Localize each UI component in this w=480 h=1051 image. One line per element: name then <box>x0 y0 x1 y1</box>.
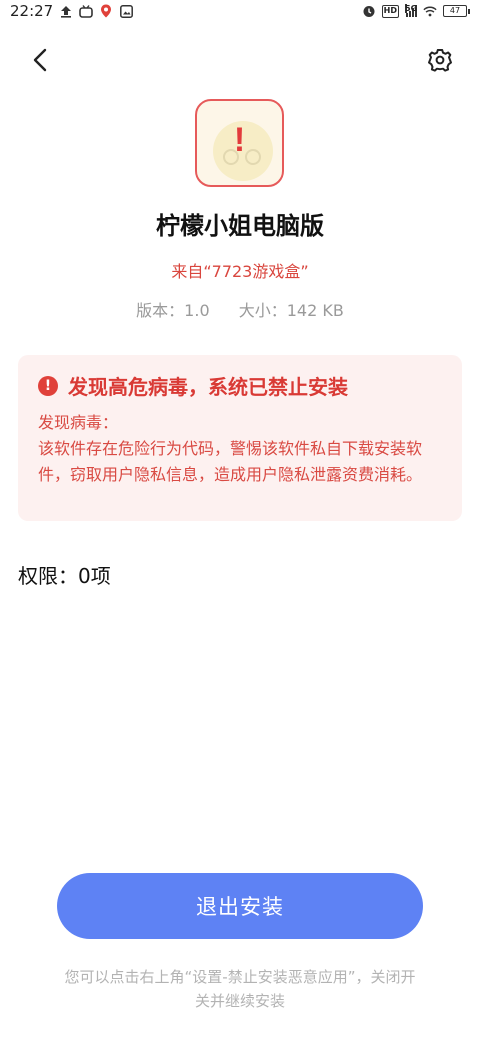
location-pin-icon <box>99 4 113 18</box>
status-right: HD 5G 47 <box>362 4 470 18</box>
status-time: 22:27 <box>10 2 54 20</box>
exit-install-button[interactable]: 退出安装 <box>57 873 423 939</box>
battery-icon: 47 <box>443 5 470 17</box>
hd-badge: HD <box>381 4 399 18</box>
gear-icon <box>428 49 452 72</box>
back-button[interactable] <box>24 42 60 78</box>
app-meta: 版本：1.0 大小：142 KB <box>0 297 480 321</box>
permissions-count: 权限：0项 <box>18 564 111 588</box>
wifi-icon <box>423 4 437 18</box>
upload-icon <box>59 4 73 18</box>
app-name: 柠檬小姐电脑版 <box>156 212 324 240</box>
bilibili-icon <box>79 4 94 18</box>
warning-title: 发现高危病毒，系统已禁止安装 <box>68 375 348 399</box>
alarm-icon <box>362 4 376 18</box>
network-type: 5G <box>405 4 417 13</box>
battery-level: 47 <box>443 5 467 17</box>
app-icon: ! <box>195 99 284 187</box>
settings-hint: 您可以点击右上角“设置-禁止安装恶意应用”，关闭开关并继续安装 <box>64 968 416 1010</box>
signal-icon: 5G <box>405 4 417 17</box>
status-left: 22:27 <box>10 2 133 20</box>
back-arrow-icon <box>33 48 47 72</box>
warning-icon: ! <box>38 375 58 396</box>
warning-header: ! 发现高危病毒，系统已禁止安装 <box>38 371 442 400</box>
virus-warning-card: ! 发现高危病毒，系统已禁止安装 发现病毒： 该软件存在危险行为代码，警惕该软件… <box>18 355 462 521</box>
settings-button[interactable] <box>422 42 458 78</box>
warning-description: 该软件存在危险行为代码，警惕该软件私自下载安装软件，窃取用户隐私信息，造成用户隐… <box>38 439 423 484</box>
alert-icon: ! <box>233 121 246 159</box>
top-nav <box>0 36 480 84</box>
warning-label: 发现病毒： <box>38 413 119 432</box>
app-source: 来自“7723游戏盒” <box>171 262 309 281</box>
gallery-icon <box>119 4 133 18</box>
app-version: 版本：1.0 <box>136 301 210 320</box>
status-bar: 22:27 HD 5G 47 <box>0 0 480 22</box>
app-size: 大小：142 KB <box>238 301 344 320</box>
warning-body: 发现病毒： 该软件存在危险行为代码，警惕该软件私自下载安装软件，窃取用户隐私信息… <box>38 410 442 488</box>
